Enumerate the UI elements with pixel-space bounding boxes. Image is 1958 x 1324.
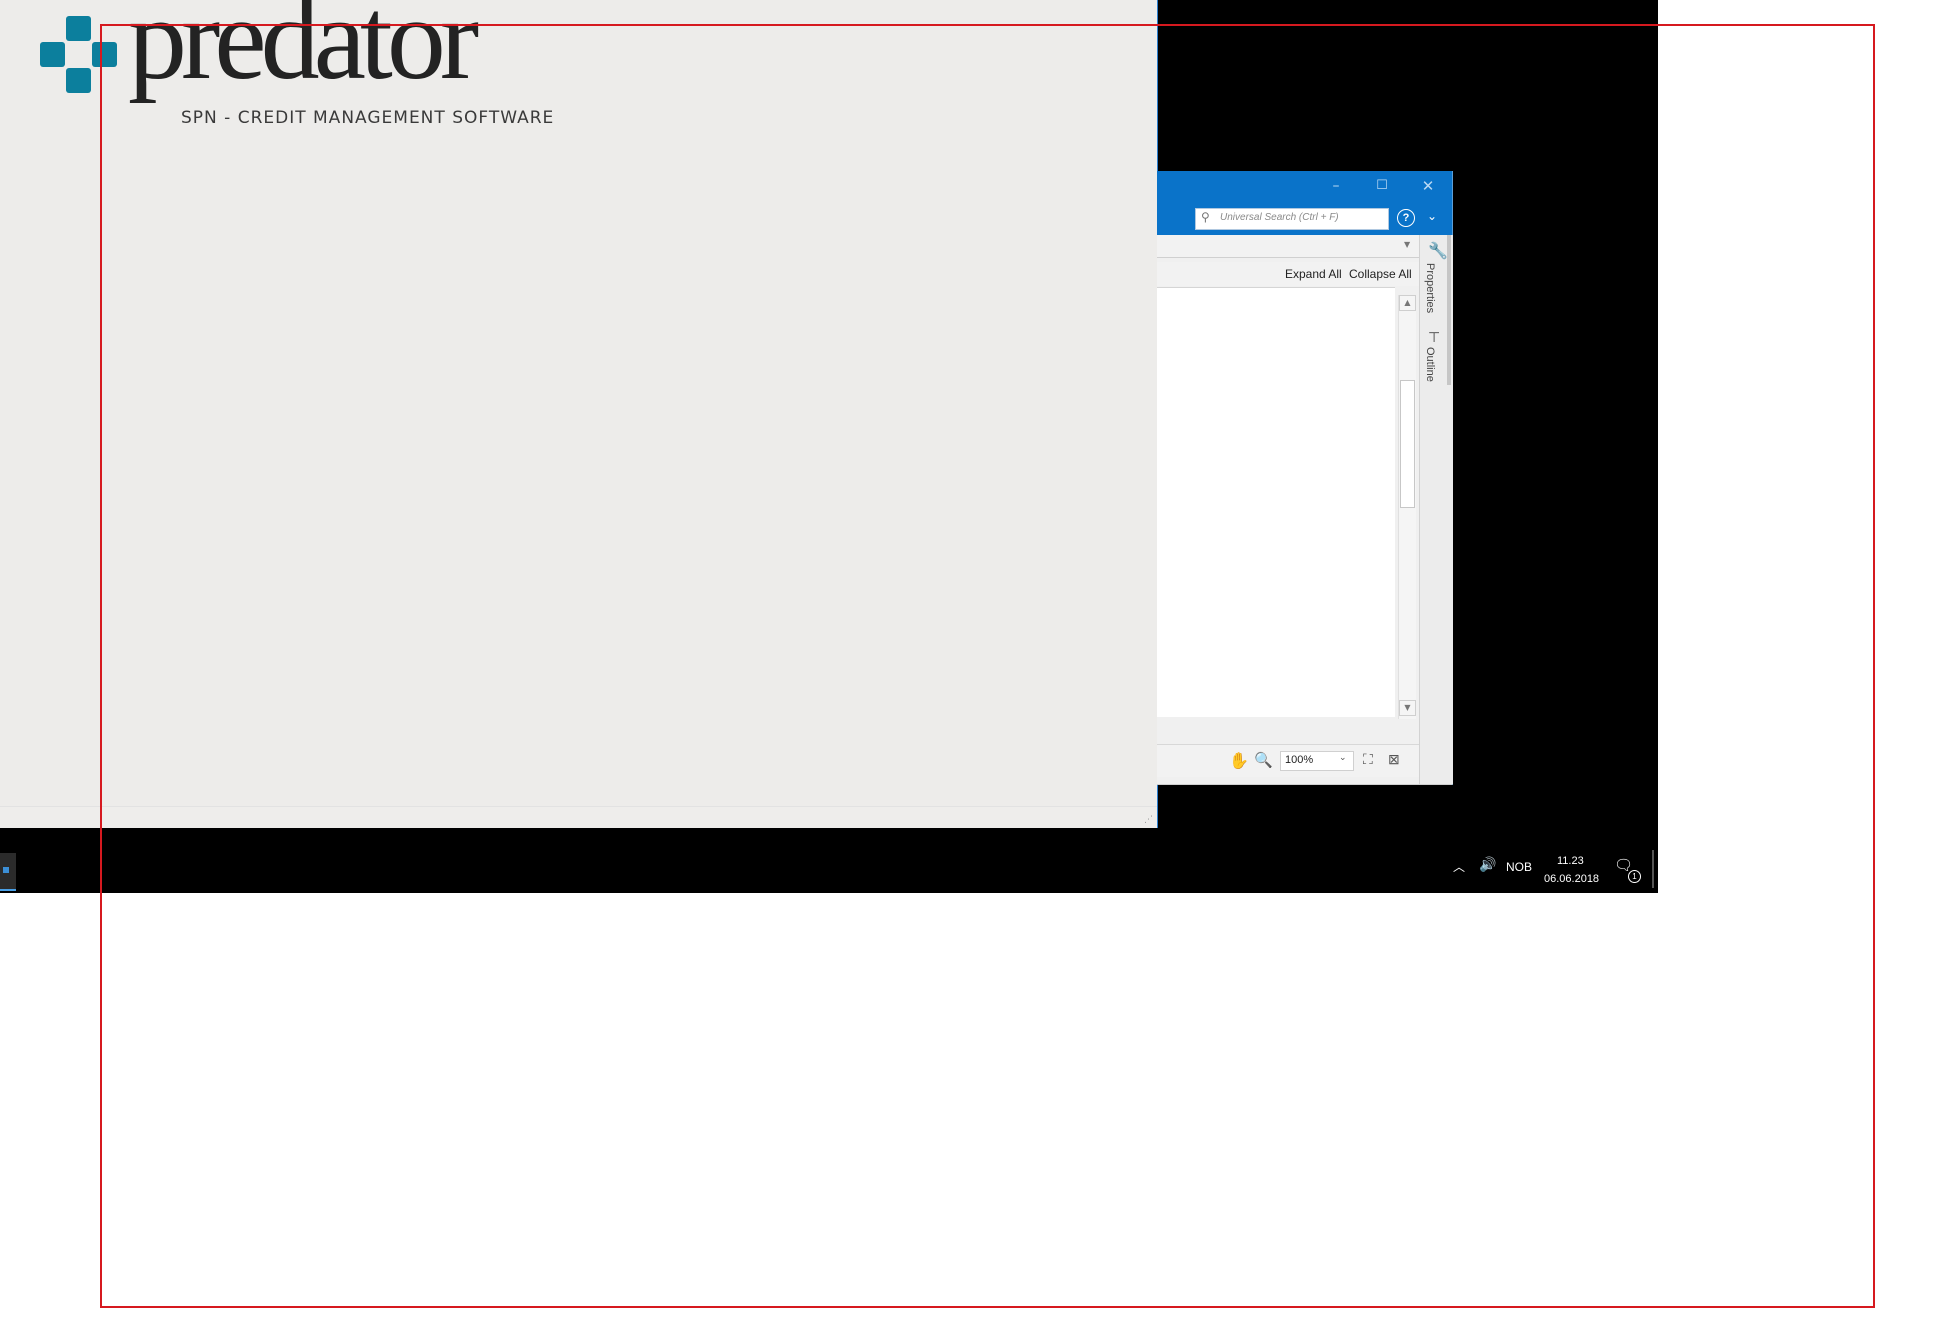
- annotation-rectangle: [100, 24, 1875, 1308]
- taskbar-app-item[interactable]: [0, 853, 16, 891]
- app-icon: [3, 867, 9, 873]
